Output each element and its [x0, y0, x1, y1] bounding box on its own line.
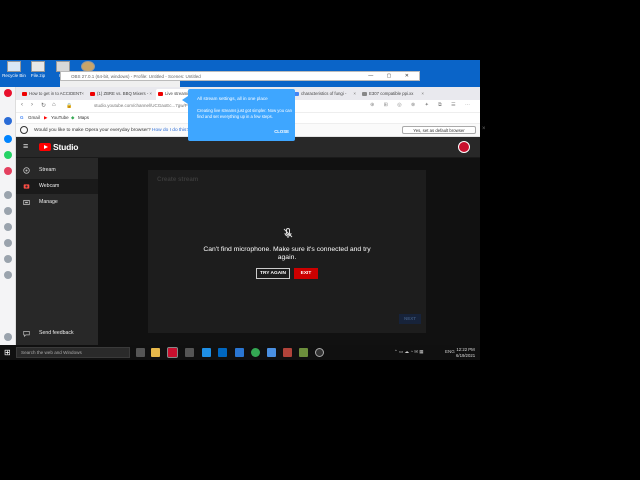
clock-icon[interactable] [4, 191, 12, 199]
desktop-icon-file[interactable]: File.zip [26, 61, 50, 78]
file-explorer-icon[interactable] [151, 348, 160, 357]
stream-icon [23, 167, 30, 174]
youtube-bookmark-icon: ▶ [44, 115, 48, 120]
exit-button[interactable]: EXIT [294, 268, 318, 279]
avatar[interactable] [458, 141, 470, 153]
tooltip-heading: All stream settings, all in one place [197, 96, 268, 101]
nav-item-webcam[interactable]: Webcam [16, 179, 98, 194]
youtube-favicon-icon [22, 92, 27, 96]
nav-item-manage[interactable]: Manage [16, 195, 98, 210]
close-tab-icon[interactable]: × [81, 91, 84, 96]
nav-item-stream[interactable]: Stream [16, 163, 98, 178]
extensions-icon[interactable] [4, 255, 12, 263]
taskbar-search-input[interactable]: Search the web and Windows [16, 347, 130, 358]
windows-start-icon[interactable]: ⊞ [4, 348, 11, 357]
tooltip-body: Creating live streams just got simpler. … [197, 108, 292, 119]
screen: Recycle Bin File.zip Obs Gpo OBS 27.0.1 … [0, 0, 640, 480]
onboarding-tooltip: All stream settings, all in one place Cr… [182, 89, 295, 141]
microphone-off-icon [283, 228, 293, 238]
lightbulb-icon[interactable] [4, 271, 12, 279]
window-controls[interactable]: — ▢ ✕ [368, 73, 415, 79]
forward-icon[interactable]: › [31, 102, 33, 108]
taskbar-clock[interactable]: 12:22 PM 6/19/2021 [456, 347, 475, 358]
opera-o-icon [20, 126, 28, 134]
youtube-favicon-icon [90, 92, 95, 96]
panel-title: Create stream [157, 176, 199, 183]
file-icon [31, 61, 45, 72]
task-view-icon[interactable] [136, 348, 145, 357]
app-icon[interactable] [235, 348, 244, 357]
error-message: Can't find microphone. Make sure it's co… [203, 246, 371, 262]
system-tray-icons[interactable]: ⌃ ▭ ☁ ◔ ✉ ▦ [394, 349, 424, 355]
history-icon[interactable] [4, 223, 12, 231]
edge-icon[interactable] [202, 348, 211, 357]
store-icon[interactable] [185, 348, 194, 357]
speed-dial-icon[interactable] [4, 117, 12, 125]
close-prompt-icon[interactable]: × [482, 126, 486, 132]
instagram-icon[interactable] [4, 167, 12, 175]
bookmark-gmail[interactable]: Gmail [28, 115, 40, 120]
studio-nav: Stream Webcam Manage Send feedback [16, 158, 98, 345]
whatsapp-icon[interactable] [4, 151, 12, 159]
recycle-bin-icon [7, 61, 21, 72]
reload-icon[interactable]: ↻ [41, 102, 46, 109]
back-icon[interactable]: ‹ [21, 102, 23, 108]
obs-taskbar-icon[interactable] [315, 348, 324, 357]
tab[interactable]: How to get in to ACCIDENT × [20, 89, 86, 100]
tab[interactable]: (1) ZBRE vs. BBQ Mixers - × [88, 89, 154, 100]
opera-taskbar-icon[interactable] [167, 347, 178, 358]
desktop-icon-recycle-bin[interactable]: Recycle Bin [2, 61, 26, 78]
heart-icon[interactable] [4, 239, 12, 247]
chrome-icon[interactable] [251, 348, 260, 357]
close-tab-icon[interactable]: × [353, 91, 356, 96]
maps-icon: ◆ [71, 115, 75, 120]
create-stream-panel: Create stream Can't find microphone. Mak… [148, 170, 426, 333]
language-indicator[interactable]: ENG [445, 349, 455, 354]
prompt-question: Would you like to make Opera your everyd… [34, 128, 151, 133]
app-icon[interactable] [283, 348, 292, 357]
obs-window-titlebar[interactable]: OBS 27.0.1 (64-bit, windows) - Profile: … [60, 71, 420, 81]
app-icon[interactable] [299, 348, 308, 357]
send-feedback[interactable]: Send feedback [16, 326, 98, 341]
stream-stage: Create stream Can't find microphone. Mak… [98, 158, 480, 345]
close-tab-icon[interactable]: × [421, 91, 424, 96]
opera-sidebar [0, 87, 16, 345]
webcam-icon [23, 184, 30, 189]
close-tab-icon[interactable]: × [149, 91, 152, 96]
bookmark-maps[interactable]: Maps [78, 115, 89, 120]
feedback-icon [23, 331, 30, 337]
more-icon[interactable] [4, 333, 12, 341]
toolbar-icons[interactable]: ⊕ ⊞ ◎ ⊗ ✦ ⧉ ☰ ⋯ [370, 102, 474, 108]
menu-icon[interactable]: ≡ [23, 141, 28, 151]
google-icon: G [20, 115, 24, 120]
youtube-favicon-icon [158, 92, 163, 96]
windows-taskbar: ⊞ Search the web and Windows ⌃ ▭ ☁ ◔ ✉ ▦… [0, 345, 480, 360]
send-icon[interactable] [4, 207, 12, 215]
app-icon[interactable] [267, 348, 276, 357]
how-do-i-do-this-link[interactable]: How do I do this? [152, 128, 189, 133]
home-icon[interactable]: ⌂ [52, 102, 56, 108]
lock-icon: 🔒 [66, 103, 73, 109]
set-default-browser-button[interactable]: Yes, set as default browser [402, 126, 476, 134]
page-favicon-icon [362, 92, 367, 96]
mail-icon[interactable] [218, 348, 227, 357]
obs-window-title: OBS 27.0.1 (64-bit, windows) - Profile: … [71, 74, 201, 79]
youtube-logo-icon[interactable] [39, 143, 51, 151]
opera-logo-icon[interactable] [4, 89, 12, 97]
tab[interactable]: characteristics of fungi - × [292, 89, 358, 100]
messenger-icon[interactable] [4, 135, 12, 143]
studio-wordmark: Studio [53, 142, 79, 152]
clock-date: 6/19/2021 [456, 352, 476, 358]
next-button[interactable]: NEXT [399, 314, 421, 324]
clock-time: 12:22 PM [456, 347, 475, 352]
tab[interactable]: E307 compatible ppi.xx × [360, 89, 426, 100]
tooltip-close-button[interactable]: CLOSE [274, 129, 289, 134]
manage-icon [23, 199, 30, 206]
bookmark-youtube[interactable]: YouTube [51, 115, 69, 120]
try-again-button[interactable]: TRY AGAIN [256, 268, 290, 279]
youtube-studio-page: ≡ Studio Stream Webcam Manage Send feedb… [16, 137, 480, 345]
